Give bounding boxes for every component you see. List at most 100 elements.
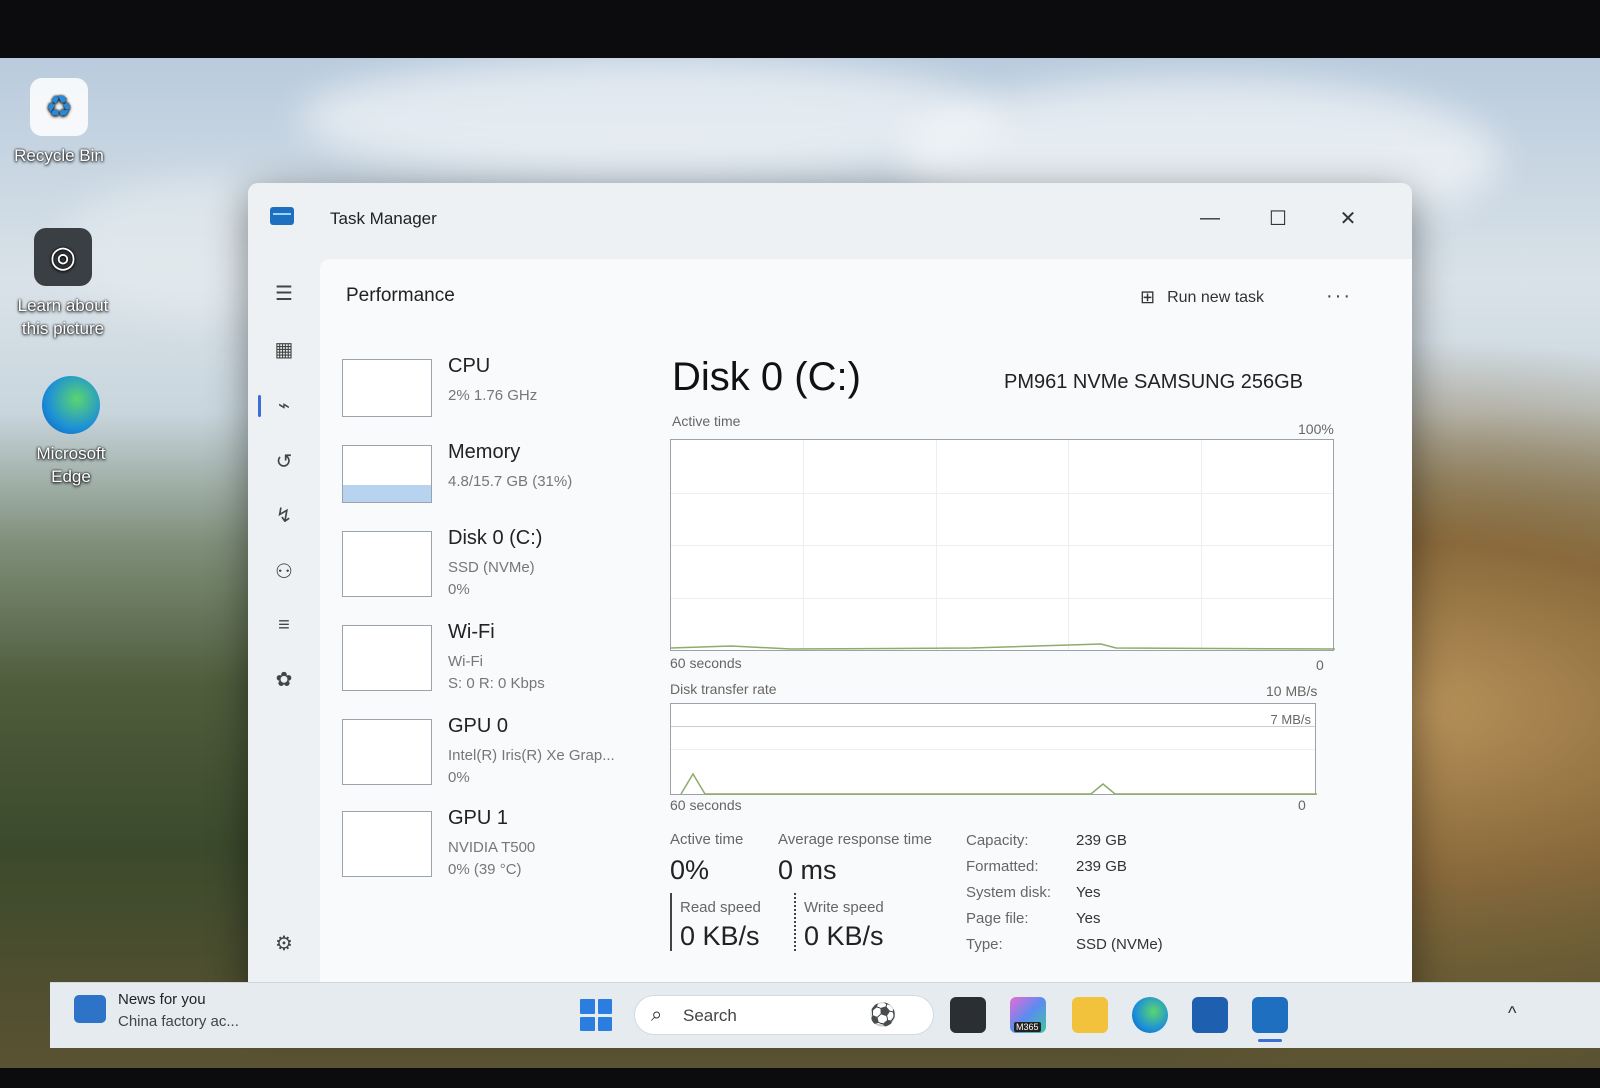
processes-icon[interactable]: ▦	[268, 333, 300, 365]
edge-taskbar-icon[interactable]	[1132, 997, 1168, 1033]
settings-gear-icon[interactable]: ⚙	[268, 927, 300, 959]
performance-icon[interactable]: ⌁	[268, 389, 300, 421]
disk-usage: 0%	[448, 581, 470, 598]
device-tile-gpu0[interactable]: GPU 0 Intel(R) Iris(R) Xe Grap... 0%	[342, 715, 652, 799]
device-tile-wifi[interactable]: Wi-Fi Wi-Fi S: 0 R: 0 Kbps	[342, 621, 652, 705]
active-time-graph-max: 100%	[1298, 421, 1334, 437]
camera-icon: ◎	[34, 228, 92, 286]
close-button[interactable]: ✕	[1328, 203, 1368, 233]
start-button[interactable]	[580, 999, 612, 1031]
soccer-ball-icon: ⚽	[869, 1002, 897, 1027]
taskbar-search[interactable]: ⌕ Search ⚽	[634, 995, 934, 1035]
capacity-label: Capacity:	[966, 832, 1029, 849]
recycle-bin-desktop-icon[interactable]: ♻ Recycle Bin	[4, 78, 114, 167]
edge-desktop-icon[interactable]: Microsoft Edge	[16, 376, 126, 488]
cpu-name: CPU	[448, 355, 491, 377]
system-disk-label: System disk:	[966, 884, 1052, 901]
edge-icon	[42, 376, 100, 434]
gpu0-thumbnail	[342, 719, 432, 785]
m365-label: M365	[1014, 1022, 1041, 1032]
device-tile-cpu[interactable]: CPU 2% 1.76 GHz	[342, 355, 652, 439]
gpu1-thumbnail	[342, 811, 432, 877]
gpu1-name: GPU 1	[448, 807, 509, 829]
transfer-rate-trace	[680, 772, 1317, 795]
tray-overflow-chevron-icon[interactable]: ^	[1508, 1003, 1516, 1024]
active-time-graph-min: 0	[1316, 657, 1324, 673]
write-speed-marker	[794, 893, 796, 951]
device-tile-gpu1[interactable]: GPU 1 NVIDIA T500 0% (39 °C)	[342, 807, 652, 891]
gpu0-model: Intel(R) Iris(R) Xe Grap...	[448, 747, 615, 764]
type-label: Type:	[966, 936, 1003, 953]
page-title: Performance	[346, 285, 455, 306]
read-speed-value: 0 KB/s	[680, 921, 760, 951]
active-time-graph-label: Active time	[672, 413, 741, 429]
read-speed-marker	[670, 893, 672, 951]
title-bar[interactable]: Task Manager — ☐ ✕	[248, 183, 1412, 247]
gpu1-model: NVIDIA T500	[448, 839, 536, 856]
task-view-icon[interactable]	[950, 997, 986, 1033]
memory-thumbnail	[342, 445, 432, 503]
memory-name: Memory	[448, 441, 521, 463]
search-label: Search	[683, 1006, 737, 1025]
news-headline: China factory ac...	[118, 1013, 239, 1030]
active-time-graph	[670, 439, 1335, 651]
write-speed-value: 0 KB/s	[804, 921, 884, 951]
detail-title: Disk 0 (C:)	[672, 355, 861, 399]
gpu0-usage: 0%	[448, 769, 470, 786]
device-tile-memory[interactable]: Memory 4.8/15.7 GB (31%)	[342, 441, 652, 525]
window-title: Task Manager	[330, 209, 437, 228]
memory-fill	[343, 484, 431, 502]
device-tile-disk[interactable]: Disk 0 (C:) SSD (NVMe) 0%	[342, 527, 652, 611]
wifi-name: Wi-Fi	[448, 621, 495, 643]
transfer-rate-graph-min: 0	[1298, 797, 1306, 813]
gpu0-name: GPU 0	[448, 715, 509, 737]
details-icon[interactable]: ≡	[268, 609, 300, 641]
more-options-button[interactable]: ···	[1326, 285, 1352, 308]
users-icon[interactable]: ⚇	[268, 555, 300, 587]
edge-label: Microsoft Edge	[36, 444, 106, 486]
hamburger-menu-icon[interactable]: ☰	[268, 277, 300, 309]
startup-apps-icon[interactable]: ↯	[268, 499, 300, 531]
news-title: News for you	[118, 991, 206, 1008]
write-speed-label: Write speed	[804, 899, 884, 916]
transfer-rate-graph-label: Disk transfer rate	[670, 681, 777, 697]
transfer-rate-graph: 7 MB/s	[670, 703, 1317, 795]
app-history-icon[interactable]: ↺	[268, 445, 300, 477]
read-speed-label: Read speed	[680, 899, 761, 916]
wifi-throughput: S: 0 R: 0 Kbps	[448, 675, 545, 692]
avg-response-stat-value: 0 ms	[778, 855, 837, 885]
wifi-adapter: Wi-Fi	[448, 653, 483, 670]
cpu-usage: 2% 1.76 GHz	[448, 387, 538, 404]
sidebar: ☰ ▦ ⌁ ↺ ↯ ⚇ ≡ ✿ ⚙	[248, 247, 320, 1001]
formatted-value: 239 GB	[1076, 858, 1127, 875]
disk-type: SSD (NVMe)	[448, 559, 535, 576]
avg-response-stat-label: Average response time	[778, 831, 932, 848]
m365-icon[interactable]: M365	[1010, 997, 1046, 1033]
transfer-rate-graph-duration: 60 seconds	[670, 797, 742, 813]
transfer-rate-graph-max: 10 MB/s	[1266, 683, 1318, 699]
disk-thumbnail	[342, 531, 432, 597]
task-manager-window: Task Manager — ☐ ✕ ☰ ▦ ⌁ ↺ ↯ ⚇ ≡ ✿ ⚙ Per…	[248, 183, 1412, 1001]
type-value: SSD (NVMe)	[1076, 936, 1163, 953]
wifi-thumbnail	[342, 625, 432, 691]
services-icon[interactable]: ✿	[268, 663, 300, 695]
minimize-button[interactable]: —	[1190, 203, 1230, 233]
active-time-stat-value: 0%	[670, 855, 710, 885]
cpu-thumbnail	[342, 359, 432, 417]
file-explorer-icon[interactable]	[1072, 997, 1108, 1033]
formatted-label: Formatted:	[966, 858, 1039, 875]
news-icon	[74, 995, 106, 1023]
page-file-label: Page file:	[966, 910, 1029, 927]
recycle-bin-icon: ♻	[30, 78, 88, 136]
run-new-task-button[interactable]: ⊞ Run new task	[1140, 287, 1264, 308]
task-manager-app-icon	[270, 207, 294, 225]
task-manager-taskbar-icon[interactable]	[1252, 997, 1288, 1033]
learn-about-picture-desktop-icon[interactable]: ◎ Learn about this picture	[8, 228, 118, 340]
gpu1-usage: 0% (39 °C)	[448, 861, 522, 878]
performance-panel: Performance ⊞ Run new task ··· CPU 2% 1.…	[320, 259, 1412, 1001]
system-disk-value: Yes	[1076, 884, 1101, 901]
memory-usage: 4.8/15.7 GB (31%)	[448, 473, 573, 490]
maximize-button[interactable]: ☐	[1258, 203, 1298, 233]
disk-name: Disk 0 (C:)	[448, 527, 543, 549]
microsoft-store-icon[interactable]	[1192, 997, 1228, 1033]
